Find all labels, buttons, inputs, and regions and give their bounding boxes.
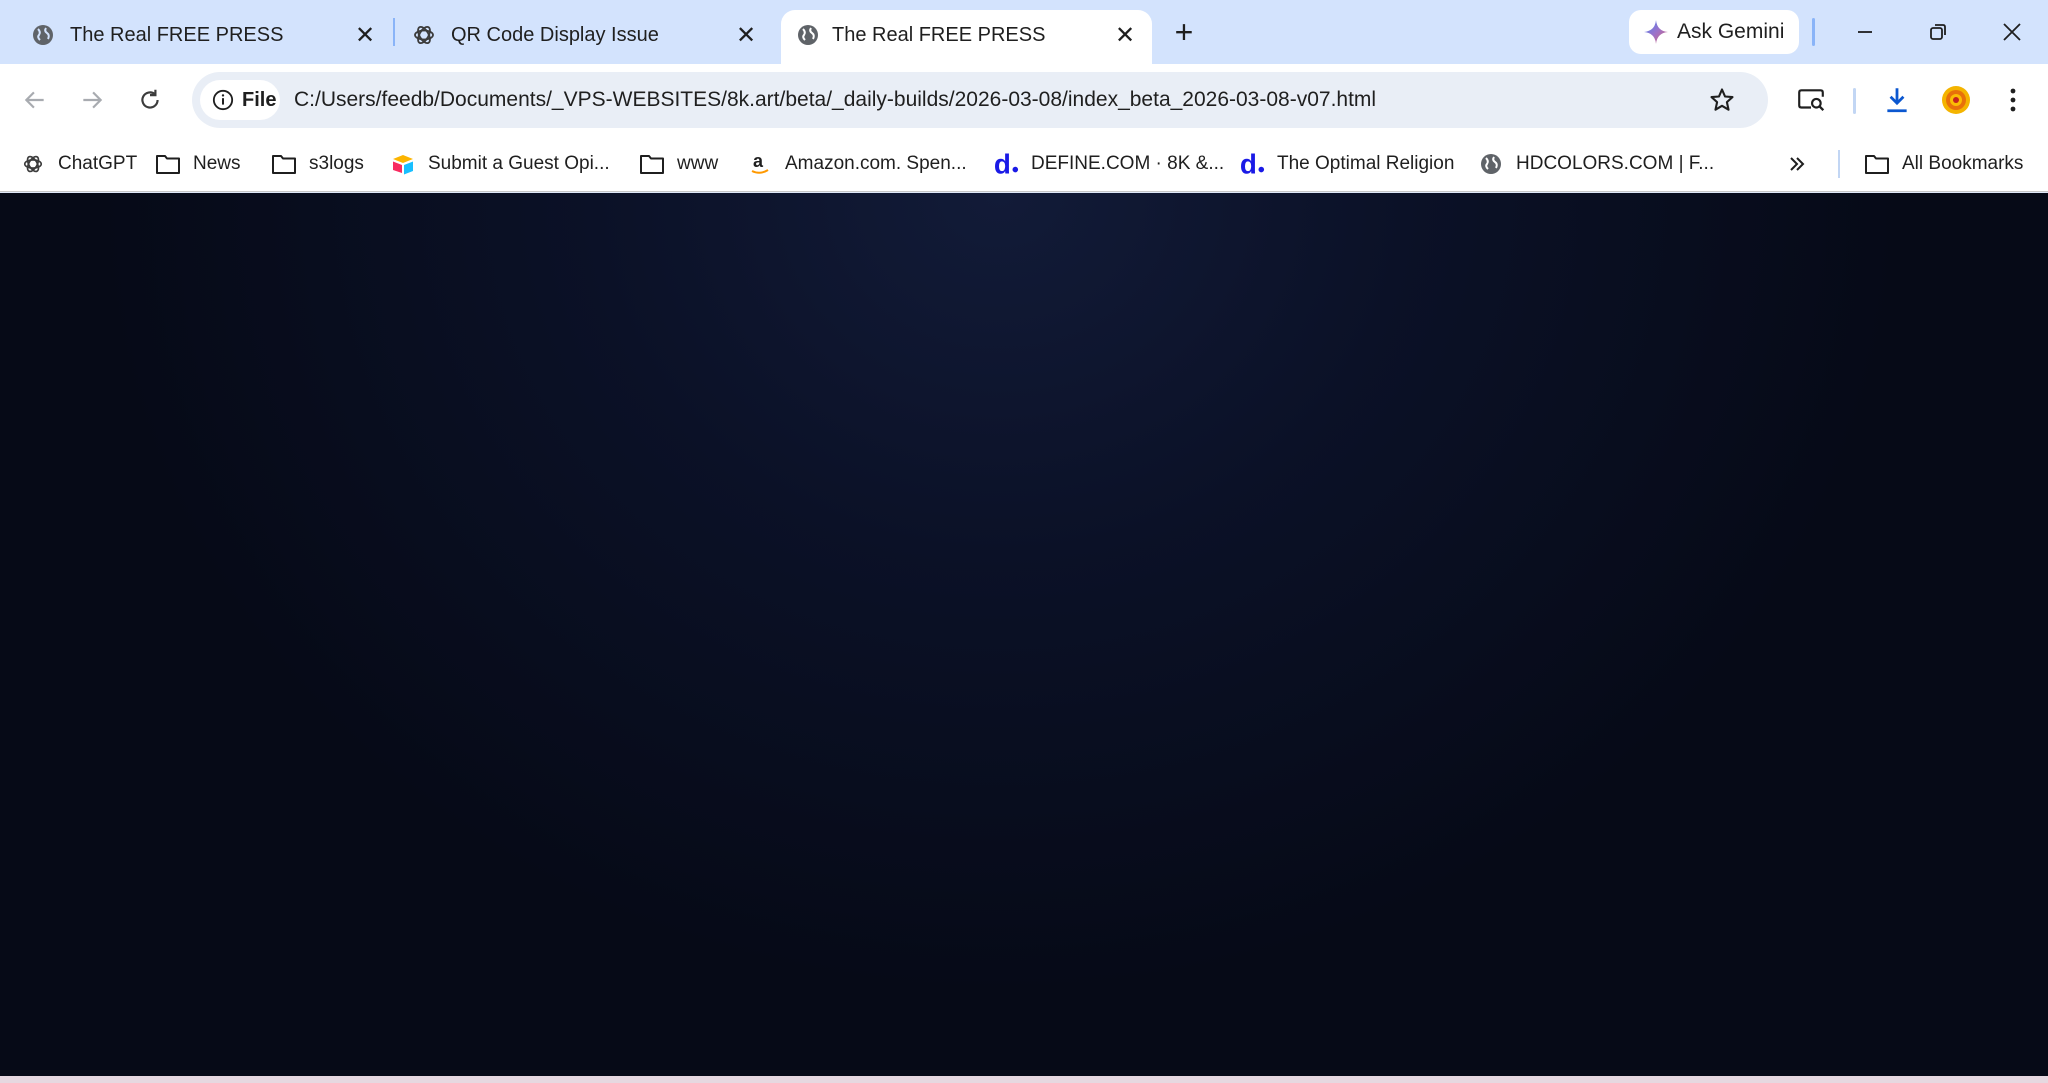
bookmarks-divider: [1838, 150, 1840, 178]
bookmark-label: News: [193, 153, 241, 174]
bookmark-label: DEFINE.COM · 8K &...: [1031, 153, 1225, 174]
bookmark-define[interactable]: d DEFINE.COM · 8K &...: [993, 146, 1224, 182]
browser-toolbar: File C:/Users/feedb/Documents/_VPS-WEBSI…: [0, 64, 2048, 136]
globe-icon: [30, 22, 56, 48]
reload-button[interactable]: [130, 80, 170, 120]
star-icon: [1710, 88, 1734, 111]
bookmark-label: HDCOLORS.COM | F...: [1516, 153, 1715, 174]
toolbar-divider: [1853, 88, 1856, 114]
all-bookmarks-button[interactable]: All Bookmarks: [1864, 146, 2023, 182]
folder-icon: [271, 151, 297, 177]
chatgpt-icon: [20, 151, 46, 177]
tab-strip: The Real FREE PRESS ✕ QR Code Display Is…: [0, 0, 2048, 64]
tab-title: The Real FREE PRESS: [832, 24, 1046, 46]
tab-title: The Real FREE PRESS: [70, 24, 284, 46]
tab-separator: [393, 18, 395, 46]
chrome-menu-button[interactable]: [1993, 80, 2033, 120]
arrow-right-icon: [83, 91, 103, 109]
tab-close-button[interactable]: ✕: [729, 18, 763, 52]
tab-2[interactable]: QR Code Display Issue ✕: [411, 10, 761, 64]
site-info-label: File: [242, 88, 277, 111]
downloads-button[interactable]: [1877, 80, 1917, 120]
tabstrip-divider: [1812, 18, 1815, 46]
folder-icon: [639, 151, 665, 177]
page-viewport[interactable]: [0, 193, 2048, 1076]
bookmark-label: ChatGPT: [58, 153, 138, 174]
bookmarks-bar: ChatGPT News s3logs Submit a Guest Opi..…: [0, 136, 2048, 192]
info-icon: [212, 89, 234, 111]
bookmark-label: Amazon.com. Spen...: [785, 153, 967, 174]
minimize-button[interactable]: [1845, 12, 1885, 52]
svg-text:d: d: [994, 150, 1011, 178]
bookmark-label: s3logs: [309, 153, 364, 174]
chatgpt-icon: [411, 22, 437, 48]
new-tab-button[interactable]: +: [1166, 14, 1202, 50]
avatar-icon: [1942, 86, 1970, 114]
gemini-sparkle-icon: [1644, 20, 1668, 44]
bookmark-optimal-religion[interactable]: d The Optimal Religion: [1239, 146, 1454, 182]
restore-button[interactable]: [1918, 12, 1958, 52]
globe-icon: [1478, 151, 1504, 177]
minimize-icon: [1858, 31, 1872, 33]
bookmark-chatgpt[interactable]: ChatGPT: [20, 146, 137, 182]
bookmarks-overflow-button[interactable]: [1786, 146, 1808, 182]
bookmark-star-button[interactable]: [1704, 82, 1740, 118]
bookmark-amazon[interactable]: a Amazon.com. Spen...: [747, 146, 967, 182]
define-d-icon: d: [1239, 150, 1265, 178]
bookmark-submit-guest-opinion[interactable]: Submit a Guest Opi...: [390, 146, 610, 182]
tab-title: QR Code Display Issue: [451, 24, 659, 46]
lens-search-button[interactable]: [1791, 80, 1831, 120]
bookmark-label: www: [677, 153, 719, 174]
close-window-button[interactable]: [1992, 12, 2032, 52]
forward-button[interactable]: [72, 80, 112, 120]
tab-close-button[interactable]: ✕: [1108, 18, 1142, 52]
tab-1[interactable]: The Real FREE PRESS ✕: [30, 10, 380, 64]
bookmark-label: Submit a Guest Opi...: [428, 153, 610, 174]
window-bottom-edge: [0, 1076, 2048, 1083]
bookmark-folder-news[interactable]: News: [155, 146, 241, 182]
bookmark-folder-s3logs[interactable]: s3logs: [271, 146, 364, 182]
folder-icon: [155, 151, 181, 177]
reload-icon: [141, 89, 159, 109]
screen-search-icon: [1798, 89, 1825, 112]
globe-icon: [795, 22, 821, 48]
profile-avatar-button[interactable]: [1936, 80, 1976, 120]
tab-close-button[interactable]: ✕: [348, 18, 382, 52]
define-d-icon: d: [993, 150, 1019, 178]
folder-icon: [1864, 151, 1890, 177]
tab-3-active[interactable]: The Real FREE PRESS ✕: [781, 10, 1152, 64]
airtable-icon: [390, 151, 416, 177]
all-bookmarks-label: All Bookmarks: [1902, 153, 2024, 174]
ask-gemini-label: Ask Gemini: [1677, 20, 1785, 43]
download-icon: [1887, 88, 1907, 113]
back-button[interactable]: [15, 80, 55, 120]
bookmark-hdcolors[interactable]: HDCOLORS.COM | F...: [1478, 146, 1714, 182]
bookmark-label: The Optimal Religion: [1277, 153, 1455, 174]
arrow-left-icon: [24, 91, 44, 109]
svg-text:d: d: [1240, 150, 1257, 178]
bookmark-folder-www[interactable]: www: [639, 146, 718, 182]
close-icon: [2003, 23, 2021, 41]
kebab-menu-icon: [2010, 88, 2016, 112]
address-bar[interactable]: File C:/Users/feedb/Documents/_VPS-WEBSI…: [192, 72, 1768, 128]
ask-gemini-button[interactable]: Ask Gemini: [1629, 10, 1799, 54]
url-text[interactable]: C:/Users/feedb/Documents/_VPS-WEBSITES/8…: [294, 84, 1376, 116]
double-chevron-right-icon: [1790, 157, 1805, 171]
restore-icon: [1930, 24, 1946, 40]
amazon-icon: a: [747, 151, 773, 177]
svg-text:a: a: [753, 152, 764, 171]
site-info-chip[interactable]: File: [200, 80, 280, 120]
